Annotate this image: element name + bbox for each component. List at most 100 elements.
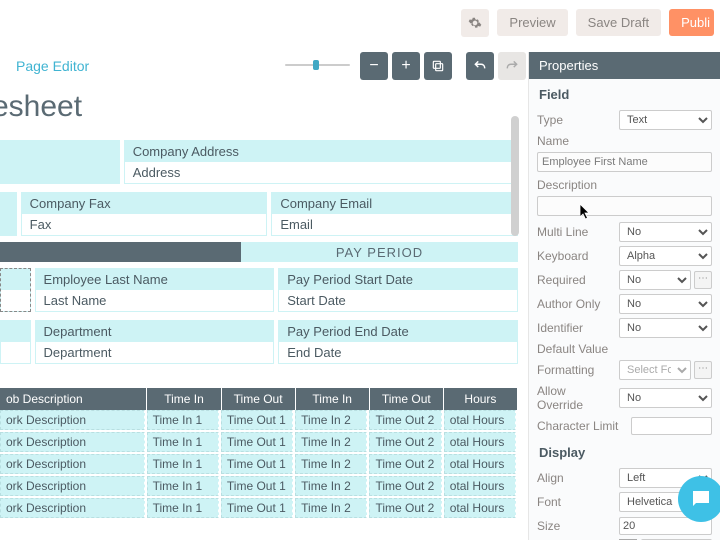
prop-description-label-row: Description [529, 176, 720, 194]
table-row[interactable]: ork Description Time In 1 Time Out 1 Tim… [0, 498, 518, 520]
field-pay-period-start[interactable]: Pay Period Start Date Start Date [278, 268, 518, 312]
table-row[interactable]: ork Description Time In 1 Time Out 1 Tim… [0, 410, 518, 432]
td[interactable]: otal Hours [444, 410, 516, 430]
table-row[interactable]: ork Description Time In 1 Time Out 1 Tim… [0, 432, 518, 454]
allowoverride-select[interactable]: No [619, 388, 712, 408]
td[interactable]: Time In 2 [295, 410, 367, 430]
td[interactable]: otal Hours [444, 432, 516, 452]
td[interactable]: ork Description [0, 498, 145, 518]
td[interactable]: ork Description [0, 432, 145, 452]
prop-authoronly: Author Only No [529, 292, 720, 316]
zoom-out-button[interactable]: − [360, 52, 388, 80]
page-title: esheet [0, 86, 518, 140]
prop-label: Size [537, 519, 613, 533]
td[interactable]: Time In 2 [295, 498, 367, 518]
field-label: Pay Period Start Date [279, 269, 517, 290]
copy-button[interactable] [424, 52, 452, 80]
td[interactable]: Time Out 2 [369, 432, 441, 452]
section-display: Display [529, 437, 720, 466]
td[interactable]: Time In 1 [147, 476, 219, 496]
td[interactable]: ork Description [0, 410, 145, 430]
td[interactable]: Time Out 2 [369, 454, 441, 474]
td[interactable]: Time In 2 [295, 476, 367, 496]
td[interactable]: otal Hours [444, 454, 516, 474]
canvas-scrollbar[interactable] [510, 86, 520, 540]
pay-period-band: PAY PERIOD [0, 242, 518, 262]
zoom-slider[interactable] [285, 60, 350, 70]
field-company-email[interactable]: Company Email Email [271, 192, 518, 236]
zoom-thumb[interactable] [313, 60, 319, 70]
save-draft-button[interactable]: Save Draft [576, 9, 661, 36]
td[interactable]: Time Out 1 [221, 454, 293, 474]
td[interactable]: Time Out 2 [369, 410, 441, 430]
chat-widget[interactable] [678, 476, 720, 522]
th-timeout1: Time Out [222, 388, 296, 410]
breadcrumb[interactable]: Page Editor [0, 58, 89, 74]
td[interactable]: Time In 1 [147, 498, 219, 518]
publish-button[interactable]: Publi [669, 9, 714, 36]
prop-formatting: Formatting Select Format⋯ [529, 358, 720, 382]
settings-button[interactable] [461, 9, 489, 37]
prop-label: Keyboard [537, 249, 613, 263]
prop-label: Default Value [537, 342, 613, 356]
charlimit-input[interactable] [631, 417, 712, 435]
field-blank-left[interactable] [0, 140, 120, 184]
undo-button[interactable] [466, 52, 494, 80]
keyboard-select[interactable]: Alpha [619, 246, 712, 266]
description-input[interactable] [537, 196, 712, 216]
field-employee-first-name-selected[interactable] [0, 268, 31, 312]
zoom-in-button[interactable]: + [392, 52, 420, 80]
td[interactable]: ork Description [0, 454, 145, 474]
field-label: Company Email [272, 193, 517, 214]
redo-button[interactable] [498, 52, 526, 80]
identifier-select[interactable]: No [619, 318, 712, 338]
prop-required: Required No⋯ [529, 268, 720, 292]
formatting-select[interactable]: Select Format [619, 360, 691, 380]
type-select[interactable]: Text [619, 110, 712, 130]
preview-button[interactable]: Preview [497, 9, 567, 36]
multiline-select[interactable]: No [619, 222, 712, 242]
name-input[interactable] [537, 152, 712, 172]
field-company-address[interactable]: Company Address Address [124, 140, 518, 184]
td[interactable]: Time In 1 [147, 432, 219, 452]
prop-label: Align [537, 471, 613, 485]
gear-icon [468, 16, 482, 30]
td[interactable]: Time Out 1 [221, 498, 293, 518]
field-employee-last-name[interactable]: Employee Last Name Last Name [35, 268, 275, 312]
td[interactable]: Time Out 2 [369, 498, 441, 518]
formatting-more-button[interactable]: ⋯ [694, 361, 712, 379]
field-pay-period-end[interactable]: Pay Period End Date End Date [278, 320, 518, 364]
field-sliver[interactable] [0, 192, 17, 236]
topbar: Preview Save Draft Publi [0, 0, 720, 45]
td[interactable]: Time In 2 [295, 432, 367, 452]
td[interactable]: Time Out 1 [221, 410, 293, 430]
field-label: Pay Period End Date [279, 321, 517, 342]
field-department[interactable]: Department Department [35, 320, 275, 364]
authoronly-select[interactable]: No [619, 294, 712, 314]
td[interactable]: Time Out 2 [369, 476, 441, 496]
td[interactable]: otal Hours [444, 498, 516, 518]
td[interactable]: Time In 2 [295, 454, 367, 474]
table-row[interactable]: ork Description Time In 1 Time Out 1 Tim… [0, 476, 518, 498]
prop-type: Type Text [529, 108, 720, 132]
field-company-fax[interactable]: Company Fax Fax [21, 192, 268, 236]
field-label: Company Fax [22, 193, 267, 214]
td[interactable]: ork Description [0, 476, 145, 496]
table-header: ob Description Time In Time Out Time In … [0, 388, 518, 410]
section-field: Field [529, 79, 720, 108]
prop-label: Description [537, 178, 613, 192]
required-select[interactable]: No [619, 270, 691, 290]
table-row[interactable]: ork Description Time In 1 Time Out 1 Tim… [0, 454, 518, 476]
prop-defaultvalue: Default Value [529, 340, 720, 358]
td[interactable]: Time Out 1 [221, 432, 293, 452]
redo-icon [505, 59, 519, 73]
td[interactable]: Time In 1 [147, 454, 219, 474]
td[interactable]: otal Hours [444, 476, 516, 496]
scrollbar-thumb[interactable] [511, 116, 519, 236]
td[interactable]: Time In 1 [147, 410, 219, 430]
required-more-button[interactable]: ⋯ [694, 271, 712, 289]
editor-canvas[interactable]: esheet Company Address Address Company F… [0, 86, 518, 540]
th-timeout2: Time Out [370, 388, 444, 410]
field-blank[interactable] [0, 320, 31, 364]
td[interactable]: Time Out 1 [221, 476, 293, 496]
